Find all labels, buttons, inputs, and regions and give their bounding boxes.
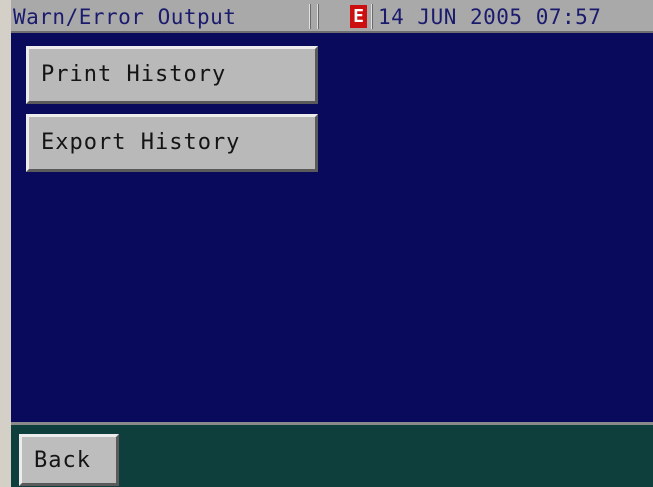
export-history-button[interactable]: Export History xyxy=(26,114,318,172)
app-window: Warn/Error Output E 14 JUN 2005 07:57 Pr… xyxy=(11,0,653,487)
print-history-button[interactable]: Print History xyxy=(26,46,318,104)
page-title: Warn/Error Output xyxy=(13,5,237,29)
back-button[interactable]: Back xyxy=(19,434,119,486)
title-bar: Warn/Error Output E 14 JUN 2005 07:57 xyxy=(11,0,653,33)
title-separator xyxy=(371,4,373,29)
date-time-display: 14 JUN 2005 07:57 xyxy=(378,5,602,29)
title-separator xyxy=(309,4,311,29)
error-indicator-badge[interactable]: E xyxy=(350,5,367,28)
footer-bar: Back xyxy=(11,422,653,487)
title-separator xyxy=(317,4,319,29)
